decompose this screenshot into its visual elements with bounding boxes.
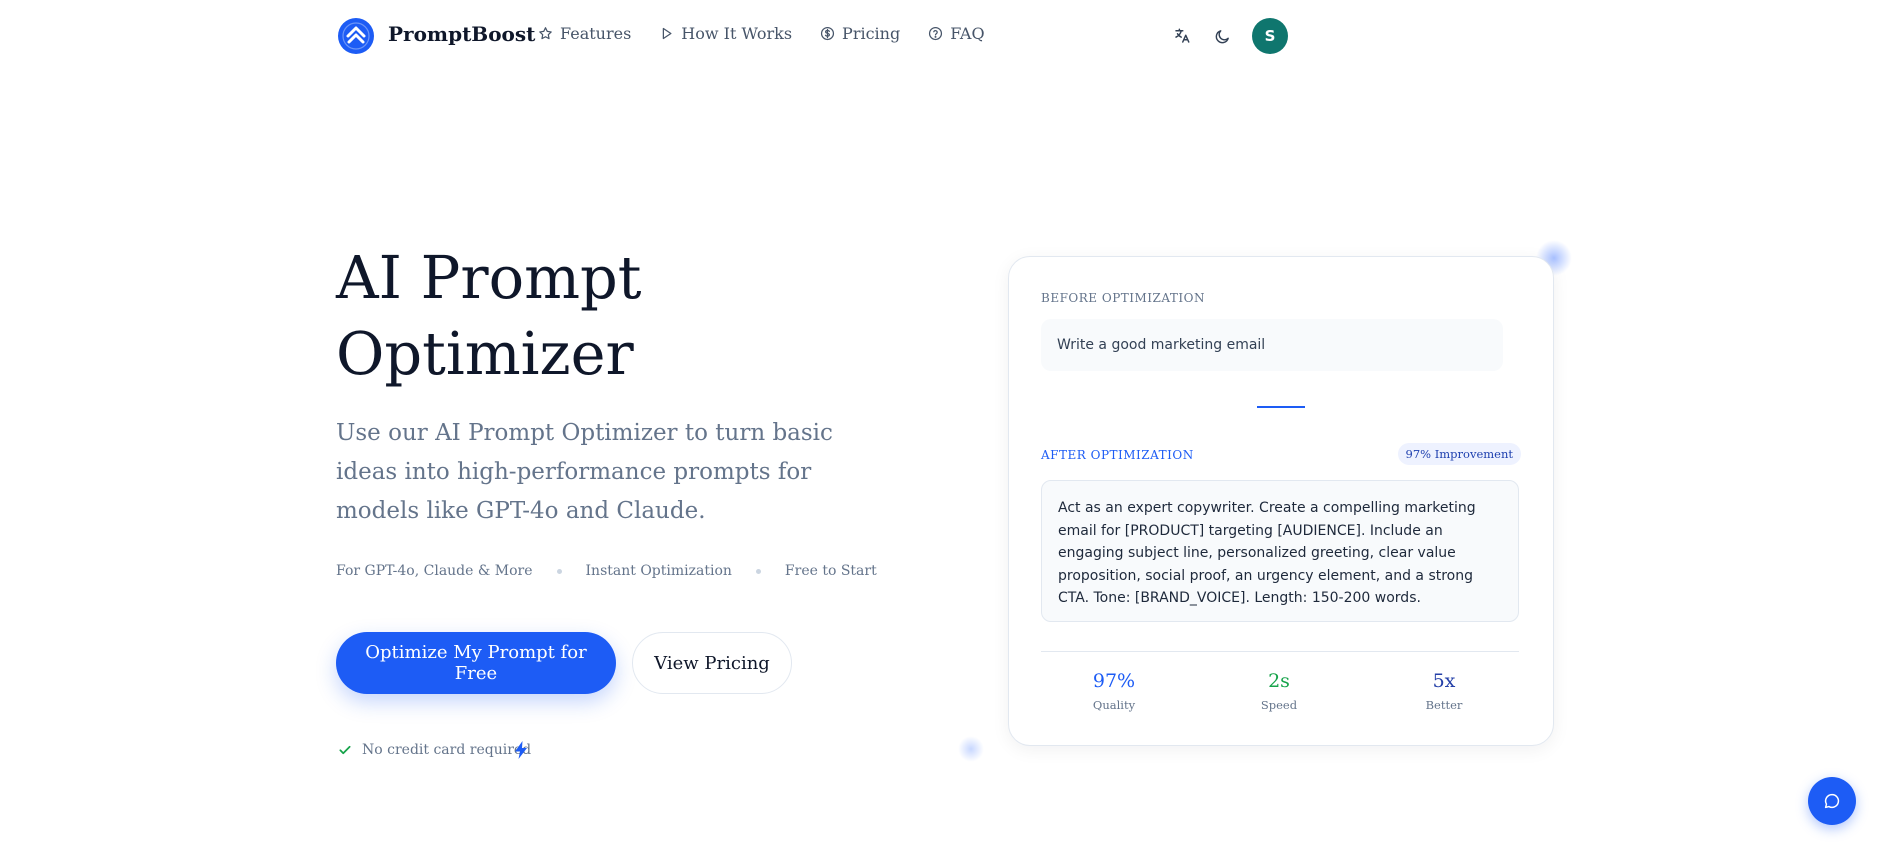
hero-subtitle: Use our AI Prompt Optimizer to turn basi…	[336, 420, 833, 524]
main-nav: Features How It Works Pricing FAQ	[538, 24, 985, 43]
nav-item-features[interactable]: Features	[538, 24, 631, 43]
before-prompt-box: Write a good marketing email	[1041, 319, 1503, 371]
nav-item-how-it-works[interactable]: How It Works	[659, 24, 792, 43]
nav-item-pricing[interactable]: Pricing	[820, 24, 900, 43]
hero-title: AI Prompt Optimizer	[336, 243, 642, 388]
header-actions: S	[1172, 18, 1288, 54]
star-icon	[539, 27, 552, 40]
feature-item: For GPT-4o, Claude & More	[336, 563, 533, 579]
decorative-glow	[958, 736, 984, 762]
nav-label: FAQ	[950, 24, 985, 43]
feature-item: Free to Start	[784, 563, 877, 579]
check-icon	[339, 745, 351, 755]
improvement-badge: 97% Improvement	[1397, 443, 1521, 465]
moon-icon[interactable]	[1212, 26, 1232, 46]
nav-item-faq[interactable]: FAQ	[928, 24, 985, 43]
separator-dot	[556, 568, 562, 574]
chat-bubble-icon	[1824, 793, 1840, 809]
stat-value: 97%	[1092, 670, 1136, 692]
stat-label: Better	[1425, 698, 1463, 712]
stat-value: 2s	[1268, 670, 1290, 692]
brand-name[interactable]: PromptBoost	[388, 22, 535, 46]
view-pricing-button[interactable]: View Pricing	[632, 632, 792, 694]
feature-list: For GPT-4o, Claude & More Instant Optimi…	[336, 563, 877, 579]
stats-divider	[1041, 651, 1519, 652]
no-credit-card-note: No credit card required	[338, 742, 531, 758]
stat-better: 5x Better	[1384, 669, 1504, 712]
question-circle-icon	[929, 26, 943, 41]
chat-button[interactable]	[1808, 777, 1856, 825]
lightning-icon	[515, 741, 527, 759]
site-header: PromptBoost Features How It Works Pricin…	[0, 0, 1888, 72]
dollar-circle-icon	[820, 26, 835, 41]
feature-item: Instant Optimization	[585, 563, 732, 579]
after-prompt-box: Act as an expert copywriter. Create a co…	[1041, 480, 1519, 622]
user-avatar[interactable]: S	[1252, 18, 1288, 54]
after-label: AFTER OPTIMIZATION	[1041, 448, 1194, 462]
stat-value: 5x	[1432, 670, 1456, 692]
stat-label: Quality	[1092, 698, 1136, 712]
stat-quality: 97% Quality	[1054, 669, 1174, 712]
nav-label: How It Works	[681, 24, 793, 43]
language-icon[interactable]	[1172, 26, 1192, 46]
promptboost-logo-icon[interactable]	[338, 18, 374, 54]
nav-label: Pricing	[842, 24, 901, 43]
optimize-prompt-button[interactable]: Optimize My Prompt for Free	[336, 632, 616, 694]
nav-label: Features	[560, 24, 632, 43]
optimization-demo-card: BEFORE OPTIMIZATION Write a good marketi…	[1008, 256, 1554, 746]
separator-dot	[755, 568, 761, 574]
after-prompt-text: Act as an expert copywriter. Create a co…	[1058, 500, 1476, 607]
note-text: No credit card required	[362, 742, 532, 758]
before-label: BEFORE OPTIMIZATION	[1041, 291, 1205, 305]
play-icon	[663, 27, 672, 40]
transition-line	[1257, 406, 1305, 408]
stat-label: Speed	[1260, 698, 1298, 712]
stat-speed: 2s Speed	[1219, 669, 1339, 712]
